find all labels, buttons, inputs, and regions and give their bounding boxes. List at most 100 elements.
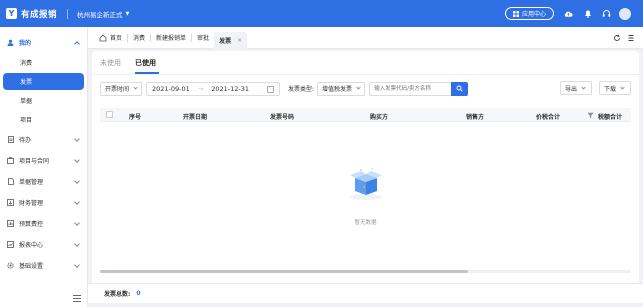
subtab-divider <box>92 74 639 75</box>
invoice-footer: 发票总数: 0 <box>88 283 643 303</box>
avatar[interactable] <box>619 7 631 20</box>
chevron-down-icon <box>74 262 80 268</box>
budget-icon <box>7 220 14 227</box>
invoice-type-select[interactable]: 增值税发票 <box>317 81 366 96</box>
finance-icon <box>7 199 14 206</box>
more-menu-icon[interactable] <box>628 34 634 42</box>
chevron-down-icon <box>620 84 625 90</box>
sidebar-group-document-management[interactable]: 单据管理 <box>0 171 87 192</box>
sidebar-group-label: 待办 <box>19 137 32 144</box>
grid-icon <box>512 10 519 17</box>
start-date[interactable]: 2021-09-01 <box>152 85 190 93</box>
sidebar: 我的 消费 发票 单据 项目 待办 项目与合同 单据管理 财务管理 预算费控 报… <box>0 27 88 307</box>
cloud-upload-icon[interactable] <box>564 9 573 18</box>
caret-down-icon[interactable]: ▼ <box>126 11 130 17</box>
search-button[interactable] <box>451 81 469 96</box>
refresh-icon[interactable] <box>613 34 621 42</box>
chevron-up-icon <box>74 41 80 47</box>
subtab-unused[interactable]: 未使用 <box>100 58 121 68</box>
calendar-icon <box>267 85 275 93</box>
document-icon <box>7 178 14 185</box>
subtab-used[interactable]: 已使用 <box>135 58 156 68</box>
column-header-number[interactable]: 发票号码 <box>270 112 294 121</box>
sidebar-group-label: 我的 <box>19 40 32 47</box>
tab-approval[interactable]: 审批 <box>192 30 214 45</box>
sidebar-group-label: 报表中心 <box>19 242 44 249</box>
sidebar-group-settings[interactable]: 基础设置 <box>0 255 87 276</box>
invoice-type-label: 发票类型: <box>288 86 315 93</box>
close-icon[interactable]: ✕ <box>237 37 242 44</box>
app-logo-icon: Y <box>6 8 17 19</box>
tab-label: 首页 <box>110 35 123 42</box>
download-label: 下载 <box>604 85 617 93</box>
export-label: 导出 <box>565 85 578 93</box>
chevron-down-icon <box>74 157 80 163</box>
todo-icon <box>7 136 14 143</box>
tab-new-expense[interactable]: 新建报销单 <box>151 30 191 45</box>
app-center-label: 应用中心 <box>521 11 546 18</box>
settings-icon <box>7 262 14 269</box>
sidebar-group-reports[interactable]: 报表中心 <box>0 234 87 255</box>
collapse-menu-icon[interactable] <box>73 295 81 302</box>
home-icon <box>99 33 107 41</box>
column-header-date[interactable]: 开票日期 <box>183 112 207 121</box>
chevron-down-icon <box>356 85 361 90</box>
download-dropdown[interactable]: 下载 <box>599 81 631 95</box>
invoice-type-value: 增值税发票 <box>322 86 353 93</box>
sidebar-group-label: 项目与合同 <box>19 158 50 165</box>
search-input[interactable] <box>369 81 452 96</box>
table-header: 序号 开票日期 发票号码 购买方 销售方 价税合计 税额合计 <box>100 108 631 122</box>
end-date[interactable]: 2021-12-31 <box>211 85 249 93</box>
export-dropdown[interactable]: 导出 <box>560 81 592 95</box>
headset-icon[interactable] <box>602 9 611 18</box>
total-label: 发票总数: <box>104 291 131 298</box>
column-header-total[interactable]: 价税合计 <box>536 112 560 121</box>
tab-consumption[interactable]: 消费 <box>128 30 150 45</box>
chevron-down-icon <box>74 136 80 142</box>
empty-box-icon <box>350 168 382 200</box>
chevron-down-icon <box>133 85 138 90</box>
date-type-select[interactable]: 开票时间 <box>100 81 143 96</box>
tab-home[interactable]: 首页 <box>94 30 127 45</box>
tab-invoice[interactable]: 发票 ✕ <box>214 31 248 49</box>
chevron-down-icon <box>581 84 586 90</box>
select-all-checkbox[interactable] <box>106 111 113 118</box>
filter-icon[interactable] <box>587 112 594 119</box>
sidebar-group-budget[interactable]: 预算费控 <box>0 213 87 234</box>
empty-state-text: 暂无数据 <box>354 220 377 226</box>
tab-label: 发票 <box>219 37 232 45</box>
sidebar-item-invoice[interactable]: 发票 <box>3 73 84 90</box>
top-bar: Y 有成报销 杭州易企新正式 ▼ 应用中心 <box>0 0 643 27</box>
chevron-down-icon <box>74 241 80 247</box>
app-center-button[interactable]: 应用中心 <box>504 7 554 20</box>
column-header-seller[interactable]: 销售方 <box>466 112 484 121</box>
sidebar-group-contracts[interactable]: 项目与合同 <box>0 150 87 171</box>
sidebar-group-label: 预算费控 <box>19 221 44 228</box>
filter-bar: 开票时间 2021-09-01 → 2021-12-31 发票类型: 增值税发票… <box>100 81 631 96</box>
sidebar-group-finance[interactable]: 财务管理 <box>0 192 87 213</box>
chevron-down-icon <box>74 220 80 226</box>
column-header-index[interactable]: 序号 <box>129 112 141 121</box>
app-title: 有成报销 <box>21 9 58 20</box>
chevron-down-icon <box>74 199 80 205</box>
scrollbar-thumb[interactable] <box>100 270 468 273</box>
sidebar-item-documents[interactable]: 单据 <box>0 91 87 110</box>
user-icon <box>7 39 14 46</box>
company-switcher[interactable]: 杭州易企新正式 <box>77 9 123 19</box>
sidebar-item-projects[interactable]: 项目 <box>0 110 87 129</box>
sidebar-group-label: 基础设置 <box>19 263 44 270</box>
sidebar-group-todo[interactable]: 待办 <box>0 129 87 150</box>
bell-icon[interactable] <box>583 9 592 18</box>
report-icon <box>7 241 14 248</box>
horizontal-scrollbar[interactable] <box>100 270 631 273</box>
date-range-picker[interactable]: 2021-09-01 → 2021-12-31 <box>146 81 281 96</box>
contract-icon <box>7 157 14 164</box>
range-arrow-icon: → <box>197 84 204 93</box>
top-divider <box>67 8 69 19</box>
sidebar-group-mine[interactable]: 我的 <box>0 32 87 53</box>
column-header-buyer[interactable]: 购买方 <box>370 112 388 121</box>
column-header-tax[interactable]: 税额合计 <box>598 112 622 121</box>
sidebar-item-consumption[interactable]: 消费 <box>0 53 87 72</box>
tab-bar: 首页 消费 新建报销单 审批 发票 ✕ <box>88 27 643 49</box>
sidebar-group-label: 财务管理 <box>19 200 44 207</box>
